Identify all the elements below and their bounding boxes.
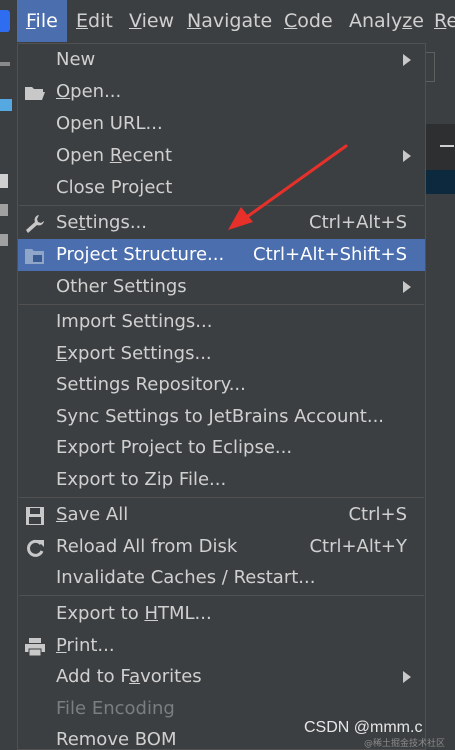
menu-item-close-project[interactable]: Close Project — [18, 172, 425, 204]
menu-item-shortcut: Ctrl+Alt+S — [309, 212, 407, 233]
menu-item-shortcut: Ctrl+Alt+Shift+S — [253, 244, 407, 265]
menu-item-label: Settings Repository... — [56, 374, 246, 395]
menu-item-label: Project Structure... — [56, 244, 225, 265]
menu-item-add-favorites[interactable]: Add to Favorites — [18, 661, 425, 693]
save-icon — [24, 505, 46, 525]
menu-item-label: Remove BOM — [56, 729, 177, 750]
menu-item-label: Settings... — [56, 212, 147, 233]
menu-item-print[interactable]: Print... — [18, 630, 425, 662]
menu-item-open-recent[interactable]: Open Recent — [18, 140, 425, 172]
menu-bar: File Edit View Navigate Code Analyze Re — [0, 0, 455, 45]
menu-item-label: Export Project to Eclipse... — [56, 437, 293, 458]
submenu-arrow-icon — [403, 281, 411, 293]
menu-item-project-structure[interactable]: Project Structure... Ctrl+Alt+Shift+S — [18, 239, 425, 271]
menu-refactor[interactable]: Re — [434, 0, 455, 42]
menu-item-sync-settings[interactable]: Sync Settings to JetBrains Account... — [18, 401, 425, 433]
watermark: CSDN @mmm.c — [304, 719, 423, 736]
menu-item-label: Close Project — [56, 177, 173, 198]
menu-navigate[interactable]: Navigate — [187, 0, 272, 42]
menu-item-label: Open... — [56, 81, 122, 102]
menu-item-label: Open Recent — [56, 145, 173, 166]
menu-item-label: Export to HTML... — [56, 603, 212, 624]
menu-item-shortcut: Ctrl+Alt+Y — [309, 536, 407, 557]
submenu-arrow-icon — [403, 671, 411, 683]
menu-item-new[interactable]: New — [18, 44, 425, 76]
menu-item-label: Save All — [56, 504, 129, 525]
menu-separator — [19, 205, 424, 206]
menu-item-invalidate-caches[interactable]: Invalidate Caches / Restart... — [18, 562, 425, 594]
menu-item-label: Reload All from Disk — [56, 536, 238, 557]
menu-view[interactable]: View — [129, 0, 174, 42]
ide-right-strip — [426, 44, 455, 750]
printer-icon — [24, 636, 46, 657]
menu-file[interactable]: File — [17, 0, 67, 42]
menu-edit[interactable]: Edit — [76, 0, 113, 42]
menu-item-settings[interactable]: Settings... Ctrl+Alt+S — [18, 207, 425, 239]
menu-item-open-url[interactable]: Open URL... — [18, 108, 425, 140]
menu-item-open[interactable]: Open... — [18, 76, 425, 108]
project-structure-icon — [24, 245, 46, 265]
menu-item-label: Open URL... — [56, 113, 163, 134]
file-menu: New Open... Open URL... Open Recent Clos… — [17, 43, 426, 750]
menu-item-label: Invalidate Caches / Restart... — [56, 567, 316, 588]
menu-item-reload[interactable]: Reload All from Disk Ctrl+Alt+Y — [18, 531, 425, 563]
menu-separator — [19, 595, 424, 596]
menu-item-export-eclipse[interactable]: Export Project to Eclipse... — [18, 432, 425, 464]
menu-item-label: Other Settings — [56, 276, 187, 297]
menu-item-label: Sync Settings to JetBrains Account... — [56, 406, 385, 427]
menu-item-other-settings[interactable]: Other Settings — [18, 271, 425, 303]
submenu-arrow-icon — [403, 150, 411, 162]
menu-item-label: File Encoding — [56, 698, 175, 719]
folder-open-icon — [24, 82, 46, 102]
reload-icon — [24, 537, 46, 557]
wrench-icon — [24, 213, 46, 233]
menu-item-export-zip[interactable]: Export to Zip File... — [18, 464, 425, 496]
menu-item-export-html[interactable]: Export to HTML... — [18, 598, 425, 630]
menu-item-label: New — [56, 49, 96, 70]
menu-item-label: Import Settings... — [56, 311, 213, 332]
menu-item-label: Export Settings... — [56, 343, 212, 364]
menu-analyze[interactable]: Analyze — [349, 0, 424, 42]
app-icon — [0, 10, 10, 32]
menu-item-label: Export to Zip File... — [56, 469, 227, 490]
watermark-sub: @稀土掘金技术社区 — [364, 739, 446, 749]
menu-item-shortcut: Ctrl+S — [348, 504, 407, 525]
menu-item-settings-repository[interactable]: Settings Repository... — [18, 369, 425, 401]
menu-item-label: Add to Favorites — [56, 666, 202, 687]
menu-item-label: Print... — [56, 635, 115, 656]
submenu-arrow-icon — [403, 54, 411, 66]
menu-item-export-settings[interactable]: Export Settings... — [18, 338, 425, 370]
menu-item-import-settings[interactable]: Import Settings... — [18, 306, 425, 338]
menu-separator — [19, 304, 424, 305]
menu-code[interactable]: Code — [284, 0, 333, 42]
menu-separator — [19, 497, 424, 498]
menu-item-save-all[interactable]: Save All Ctrl+S — [18, 499, 425, 531]
ide-left-strip — [0, 44, 17, 750]
